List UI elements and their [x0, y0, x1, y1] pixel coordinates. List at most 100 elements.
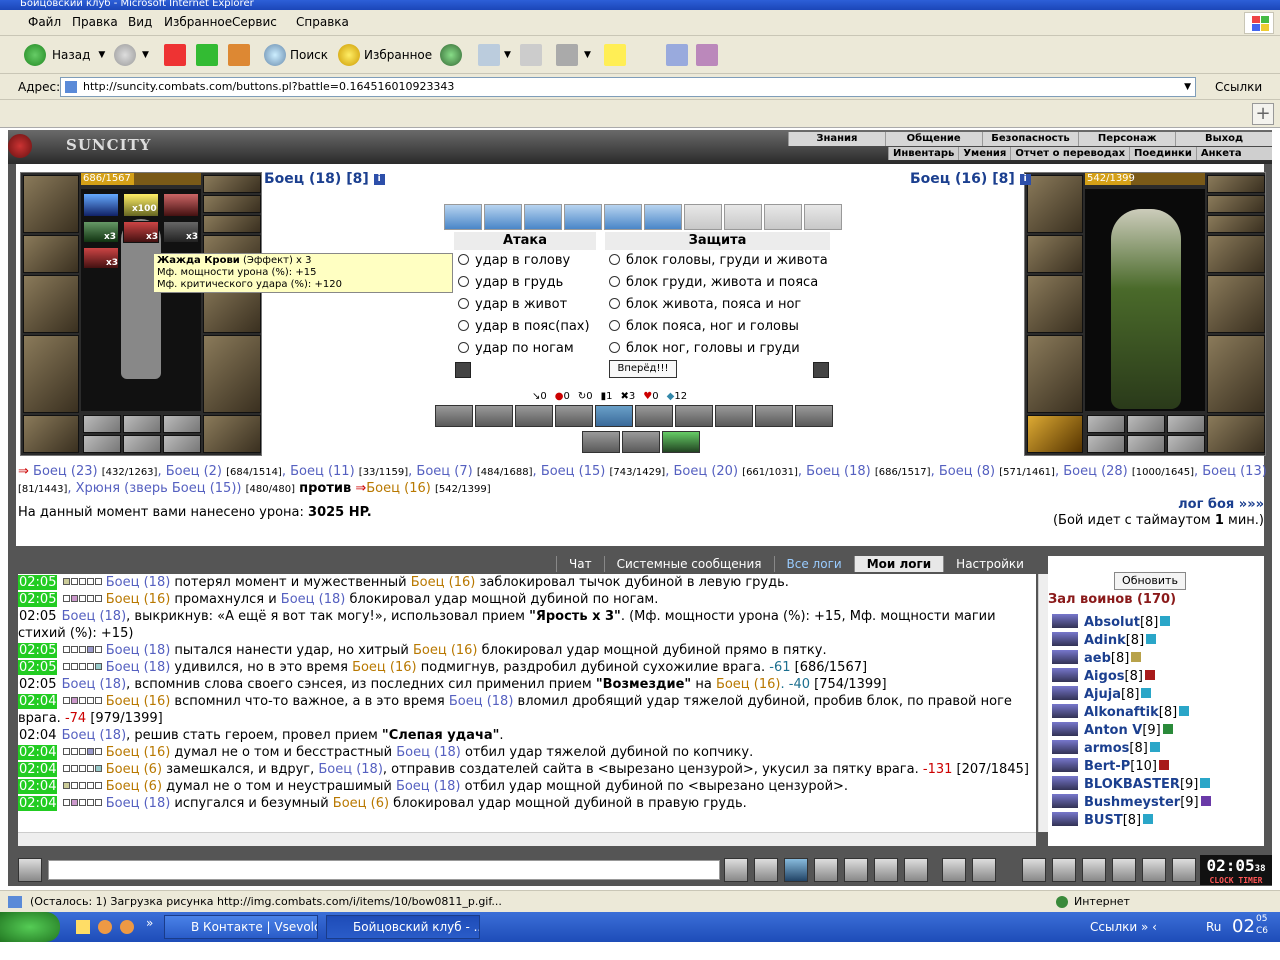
- player-entry[interactable]: Aigos[8]: [1052, 668, 1155, 684]
- info-icon[interactable]: [1141, 688, 1152, 698]
- defense-option-5[interactable]: блок ног, головы и груди: [609, 339, 800, 359]
- info-icon[interactable]: [1179, 706, 1190, 716]
- defense-option-3[interactable]: блок живота, пояса и ног: [609, 295, 801, 315]
- nav-skills[interactable]: Умения: [958, 147, 1010, 160]
- nav-exit[interactable]: Выход: [1175, 132, 1272, 146]
- private-message-icon[interactable]: [1052, 776, 1078, 790]
- links-label[interactable]: Ссылки: [1215, 80, 1262, 94]
- player-name[interactable]: Bert-P: [1084, 759, 1130, 774]
- player-name[interactable]: BLOKBASTER: [1084, 777, 1180, 792]
- chevron-icon[interactable]: » ‹: [1141, 920, 1157, 934]
- feather-icon[interactable]: [1052, 858, 1076, 882]
- team-member[interactable]: Боец (11): [290, 464, 355, 479]
- log-target[interactable]: Боец (16): [352, 660, 417, 675]
- helmet-slot[interactable]: [23, 175, 79, 233]
- scroll-slot[interactable]: [564, 204, 602, 230]
- nav-inventory[interactable]: Инвентарь: [888, 147, 958, 160]
- sound-icon[interactable]: [904, 858, 928, 882]
- chrome-icon[interactable]: [120, 920, 134, 934]
- left-fighter-name[interactable]: Боец (18) [8] i: [264, 171, 385, 187]
- team-member[interactable]: Боец (13): [1202, 464, 1267, 479]
- log-actor[interactable]: Боец (18): [106, 643, 171, 658]
- bracer-slot[interactable]: [1027, 235, 1083, 273]
- edit-button[interactable]: ▼: [556, 42, 591, 68]
- log-target[interactable]: Боец (16): [716, 677, 781, 692]
- scroll-slot[interactable]: [444, 204, 482, 230]
- player-entry[interactable]: Bushmeyster[9]: [1052, 794, 1211, 810]
- player-entry[interactable]: Anton V[9]: [1052, 722, 1173, 738]
- tray-links-label[interactable]: Ссылки: [1090, 920, 1137, 934]
- private-message-icon[interactable]: [1052, 686, 1078, 700]
- attack-option-belly[interactable]: удар в живот: [458, 295, 567, 315]
- legs-slot[interactable]: [1207, 335, 1265, 413]
- defense-option-1[interactable]: блок головы, груди и живота: [609, 251, 828, 271]
- nav-character[interactable]: Персонаж: [1078, 132, 1175, 146]
- info-icon[interactable]: [1200, 778, 1211, 788]
- weapon-slot[interactable]: [23, 275, 79, 333]
- tab-chat[interactable]: Чат: [556, 556, 604, 572]
- radio-button[interactable]: [609, 254, 620, 265]
- player-entry[interactable]: Ajuja[8]: [1052, 686, 1152, 702]
- ability-icon[interactable]: [582, 431, 620, 453]
- exit-icon[interactable]: [1172, 858, 1196, 882]
- filter-icon[interactable]: [784, 858, 808, 882]
- player-name[interactable]: Aigos: [1084, 669, 1125, 684]
- boots-slot[interactable]: [203, 415, 261, 453]
- attack-option-groin[interactable]: удар в пояс(пах): [458, 317, 590, 337]
- info-icon[interactable]: [1131, 652, 1142, 662]
- ability-icon[interactable]: [715, 405, 753, 427]
- ability-icon[interactable]: [555, 405, 593, 427]
- nav-fights[interactable]: Поединки: [1129, 147, 1196, 160]
- ability-icon[interactable]: [475, 405, 513, 427]
- helmet-icon[interactable]: [972, 858, 996, 882]
- log-target[interactable]: Боец (18): [396, 745, 461, 760]
- radio-button[interactable]: [458, 254, 469, 265]
- team-member[interactable]: Хрюня (зверь Боец (15)): [76, 481, 242, 496]
- earring-slot[interactable]: [1207, 175, 1265, 193]
- effect-icon-7[interactable]: x3: [83, 247, 119, 269]
- team-member[interactable]: Боец (23): [33, 464, 98, 479]
- smiley-icon[interactable]: [942, 858, 966, 882]
- defense-option-4[interactable]: блок пояса, ног и головы: [609, 317, 799, 337]
- private-message-icon[interactable]: [1052, 722, 1078, 736]
- radio-button[interactable]: [458, 342, 469, 353]
- empty-slot[interactable]: [163, 435, 201, 453]
- effect-icon-5[interactable]: x3: [123, 221, 159, 243]
- empty-slot[interactable]: [1087, 435, 1125, 453]
- ability-icon[interactable]: [755, 405, 793, 427]
- log-target[interactable]: Боец (16): [411, 575, 476, 590]
- log-target[interactable]: Боец (18): [396, 779, 461, 794]
- effect-icon-3[interactable]: [163, 193, 199, 217]
- empty-slot[interactable]: [1127, 435, 1165, 453]
- armor-slot[interactable]: [1027, 335, 1083, 413]
- radio-button[interactable]: [458, 276, 469, 287]
- info-icon[interactable]: [1143, 814, 1154, 824]
- log-actor[interactable]: Боец (18): [106, 796, 171, 811]
- log-actor[interactable]: Боец (16): [106, 745, 171, 760]
- ability-icon[interactable]: [675, 405, 713, 427]
- ring-slots[interactable]: [203, 215, 261, 233]
- refresh-button[interactable]: Обновить: [1114, 572, 1186, 590]
- nav-knowledge[interactable]: Знания: [788, 132, 885, 146]
- chrome-icon[interactable]: [98, 920, 112, 934]
- player-entry[interactable]: Bert-P[10]: [1052, 758, 1169, 774]
- private-message-icon[interactable]: [1052, 740, 1078, 754]
- quicklaunch-more-icon[interactable]: »: [146, 916, 153, 930]
- taskbar-item-combats[interactable]: Бойцовский клуб - ...: [326, 915, 480, 939]
- mail-button[interactable]: ▼: [478, 42, 511, 68]
- save-icon[interactable]: [814, 858, 838, 882]
- ability-icon[interactable]: [635, 405, 673, 427]
- clear-icon[interactable]: [754, 858, 778, 882]
- search-button[interactable]: Поиск: [264, 42, 328, 68]
- info-icon[interactable]: i: [373, 174, 385, 185]
- ability-icon[interactable]: [515, 405, 553, 427]
- chat-input[interactable]: [48, 860, 720, 880]
- nav-communication[interactable]: Общение: [884, 132, 982, 146]
- team-member[interactable]: Боец (2): [166, 464, 222, 479]
- private-message-icon[interactable]: [1052, 650, 1078, 664]
- player-name[interactable]: Adink: [1084, 633, 1126, 648]
- private-message-icon[interactable]: [1052, 812, 1078, 826]
- tab-settings[interactable]: Настройки: [943, 556, 1036, 572]
- scroll-slot[interactable]: [724, 204, 762, 230]
- team-member[interactable]: Боец (20): [673, 464, 738, 479]
